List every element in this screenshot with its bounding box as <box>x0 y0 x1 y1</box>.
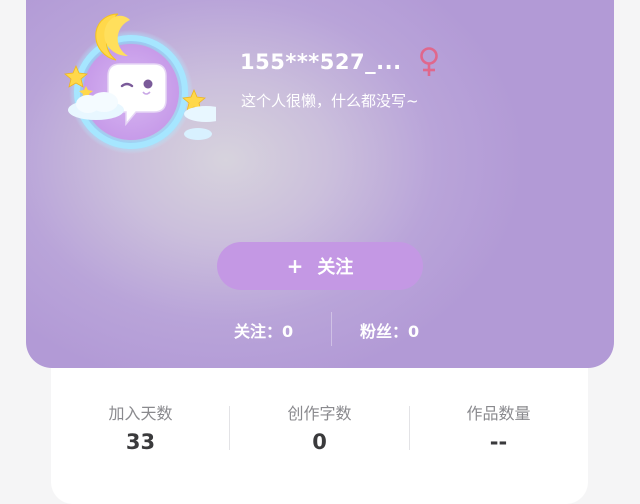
avatar[interactable] <box>46 2 216 172</box>
stat-value: -- <box>489 430 508 454</box>
username: 155***527_... <box>240 50 402 74</box>
social-divider <box>331 312 332 346</box>
female-gender-icon <box>418 46 440 78</box>
stat-value: 33 <box>125 430 156 454</box>
moon-chat-bubble-avatar-icon <box>64 13 216 154</box>
stat-works-count: 作品数量 -- <box>409 404 588 454</box>
social-stats-row: 关注：0 粉丝：0 <box>26 310 614 350</box>
stat-label: 加入天数 <box>108 404 173 423</box>
bio-text: 这个人很懒，什么都没写~ <box>241 92 419 110</box>
follow-button[interactable]: + 关注 <box>217 242 423 290</box>
follow-button-label: 关注 <box>317 257 354 278</box>
profile-header-card: 155***527_... 这个人很懒，什么都没写~ + 关注 关注：0 粉丝：… <box>26 0 614 368</box>
following-count[interactable]: 关注：0 <box>234 318 293 342</box>
profile-page: 155***527_... 这个人很懒，什么都没写~ + 关注 关注：0 粉丝：… <box>0 0 640 504</box>
plus-icon: + <box>286 254 304 278</box>
stat-word-count: 创作字数 0 <box>230 404 409 454</box>
stat-label: 作品数量 <box>466 404 531 423</box>
fans-count[interactable]: 粉丝：0 <box>360 318 419 342</box>
stat-value: 0 <box>312 430 327 454</box>
username-row: 155***527_... <box>240 42 440 82</box>
stat-join-days: 加入天数 33 <box>51 404 230 454</box>
stats-card: 加入天数 33 创作字数 0 作品数量 -- <box>51 368 588 504</box>
stat-label: 创作字数 <box>287 404 352 423</box>
